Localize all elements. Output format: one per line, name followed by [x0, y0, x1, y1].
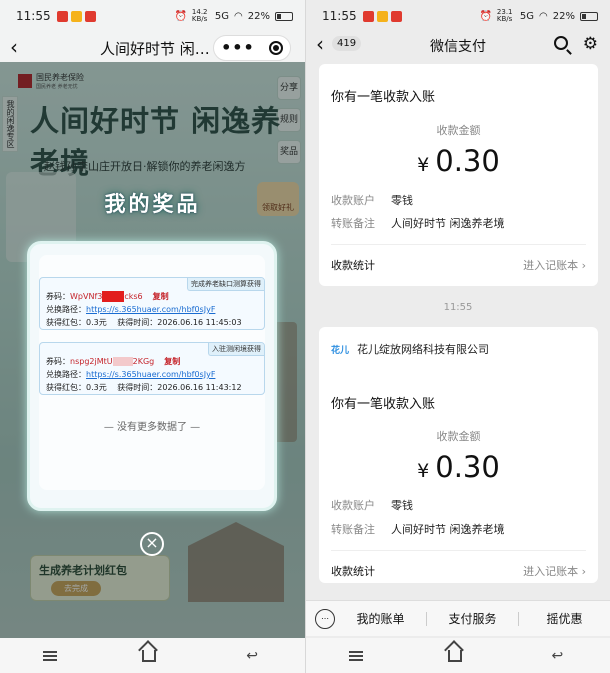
merchant-row: 花儿 花儿绽放网络科技有限公司: [331, 341, 489, 357]
status-time: 11:55: [322, 9, 357, 23]
right-phone-screen: 11:55 ⏰ 23.1 KB/s 5G ◠ 22% ‹ 419 微信支付 ⚙ …: [305, 0, 610, 673]
prize-source-tag: 入驻测闲境获得: [208, 343, 264, 356]
app-notification-icon: [390, 10, 402, 22]
battery-icon: [580, 11, 598, 21]
battery-level: 22%: [247, 10, 270, 22]
prize-card: 完成养老缺口测算获得 券码：WpVNf3 cks6 复制 兑换路径：https://…: [39, 277, 265, 330]
app-notification-icon: [56, 10, 68, 22]
back-button[interactable]: ‹: [316, 32, 324, 56]
network-type: 5G: [214, 10, 230, 22]
message-heading: 你有一笔收款入账: [331, 90, 436, 105]
app-notification-icon: [376, 10, 388, 22]
alarm-icon: ⏰: [174, 10, 187, 22]
payment-message-card[interactable]: 花儿 花儿绽放网络科技有限公司 你有一笔收款入账 收款金额 ¥0.30 收款账户零…: [319, 327, 598, 583]
redeem-link[interactable]: https://s.365huaer.com/hbf0sJyF: [86, 305, 215, 314]
note-value: 人间好时节 闲逸养老境: [391, 523, 505, 536]
status-time: 11:55: [16, 9, 51, 23]
note-value: 人间好时节 闲逸养老境: [391, 217, 505, 230]
service-menu-bar: ⋯ 我的账单 支付服务 摇优惠: [306, 600, 610, 636]
app-notification-icon: [362, 10, 374, 22]
alarm-icon: ⏰: [479, 10, 492, 22]
coupon-code: nspg2jMtU: [70, 357, 113, 366]
close-modal-icon[interactable]: ×: [140, 532, 164, 556]
recent-apps-icon[interactable]: [348, 650, 363, 661]
amount-value: ¥0.30: [417, 450, 500, 484]
merchant-logo: 花儿: [331, 346, 350, 356]
divider: [331, 550, 586, 551]
redeem-link[interactable]: https://s.365huaer.com/hbf0sJyF: [86, 370, 215, 379]
battery-icon: [275, 11, 293, 21]
prize-source-tag: 完成养老缺口测算获得: [187, 278, 264, 291]
home-icon[interactable]: [447, 649, 462, 662]
account-value: 零钱: [391, 194, 413, 207]
more-icon[interactable]: •••: [221, 40, 255, 56]
keyboard-icon[interactable]: ⋯: [315, 608, 335, 629]
account-value: 零钱: [391, 499, 413, 512]
amount-label: 收款金额: [436, 124, 481, 137]
merchant-name: 花儿绽放网络科技有限公司: [357, 343, 490, 356]
system-nav-bar: ↩: [306, 638, 610, 673]
wifi-icon: ◠: [234, 10, 243, 22]
status-bar: 11:55 ⏰ 23.1 KB/s 5G ◠ 22%: [306, 0, 610, 32]
status-bar: 11:55 ⏰ 14.2 KB/s 5G ◠ 22%: [0, 0, 305, 32]
left-phone-screen: 11:55 ⏰ 14.2 KB/s 5G ◠ 22% ‹ 人间好时节 闲… ••…: [0, 0, 305, 673]
chat-title: 微信支付: [430, 39, 486, 55]
amount-value: ¥0.30: [417, 144, 500, 178]
home-icon[interactable]: [142, 649, 157, 662]
miniprogram-capsule: •••: [213, 35, 291, 61]
prize-title: 我的奖品: [104, 192, 201, 216]
no-more-data-text: — 没有更多数据了 —: [103, 422, 201, 433]
recent-apps-icon[interactable]: [42, 650, 57, 661]
stats-row[interactable]: 收款统计 进入记账本 ›: [331, 257, 586, 273]
menu-shake-deals[interactable]: 摇优惠: [519, 610, 610, 627]
prize-time: 2026.06.16 11:45:03: [157, 318, 242, 327]
wifi-icon: ◠: [539, 10, 548, 22]
app-notification-icon: [84, 10, 96, 22]
miniprogram-nav-bar: ‹ 人间好时节 闲… •••: [0, 32, 305, 62]
prize-modal: 完成养老缺口测算获得 券码：WpVNf3 cks6 复制 兑换路径：https://…: [27, 241, 277, 511]
redaction-block: [112, 357, 133, 366]
system-nav-bar: ↩: [0, 638, 305, 673]
back-button[interactable]: ‹: [10, 35, 18, 59]
search-icon[interactable]: [554, 36, 568, 50]
copy-button[interactable]: 复制: [153, 292, 169, 301]
stats-row[interactable]: 收款统计 进入记账本 ›: [331, 563, 586, 579]
page-title: 人间好时节 闲…: [100, 40, 210, 58]
network-speed: 14.2 KB/s: [191, 8, 208, 23]
divider: [331, 244, 586, 245]
coupon-code: WpVNf3: [70, 292, 103, 301]
close-miniprogram-icon[interactable]: [268, 41, 283, 55]
ledger-link[interactable]: 进入记账本: [523, 565, 578, 578]
network-speed: 23.1 KB/s: [496, 8, 513, 23]
menu-my-bills[interactable]: 我的账单: [335, 610, 426, 627]
unread-count-badge[interactable]: 419: [332, 36, 362, 51]
message-timestamp: 11:55: [443, 302, 473, 313]
prize-card: 入驻测闲境获得 券码：nspg2jMtU 2KGg 复制 兑换路径：https://…: [39, 342, 265, 395]
ledger-link[interactable]: 进入记账本: [523, 259, 578, 272]
chevron-right-icon: ›: [581, 565, 586, 578]
chat-nav-bar: ‹ 419 微信支付 ⚙: [306, 32, 610, 60]
gear-icon[interactable]: ⚙: [583, 34, 598, 54]
network-type: 5G: [519, 10, 535, 22]
prize-amount: 0.3元: [86, 383, 107, 392]
copy-button[interactable]: 复制: [164, 357, 180, 366]
back-nav-icon[interactable]: ↩: [242, 649, 262, 663]
prize-time: 2026.06.16 11:43:12: [157, 383, 242, 392]
redaction-block: [102, 291, 125, 302]
menu-pay-services[interactable]: 支付服务: [427, 610, 518, 627]
app-notification-icon: [70, 10, 82, 22]
message-heading: 你有一笔收款入账: [331, 397, 436, 412]
chevron-right-icon: ›: [581, 259, 586, 272]
battery-level: 22%: [552, 10, 575, 22]
amount-label: 收款金额: [436, 430, 481, 443]
payment-message-card[interactable]: 你有一笔收款入账 收款金额 ¥0.30 收款账户 零钱 转账备注 人间好时节 闲逸养…: [319, 64, 598, 286]
back-nav-icon[interactable]: ↩: [547, 649, 567, 663]
prize-amount: 0.3元: [86, 318, 107, 327]
